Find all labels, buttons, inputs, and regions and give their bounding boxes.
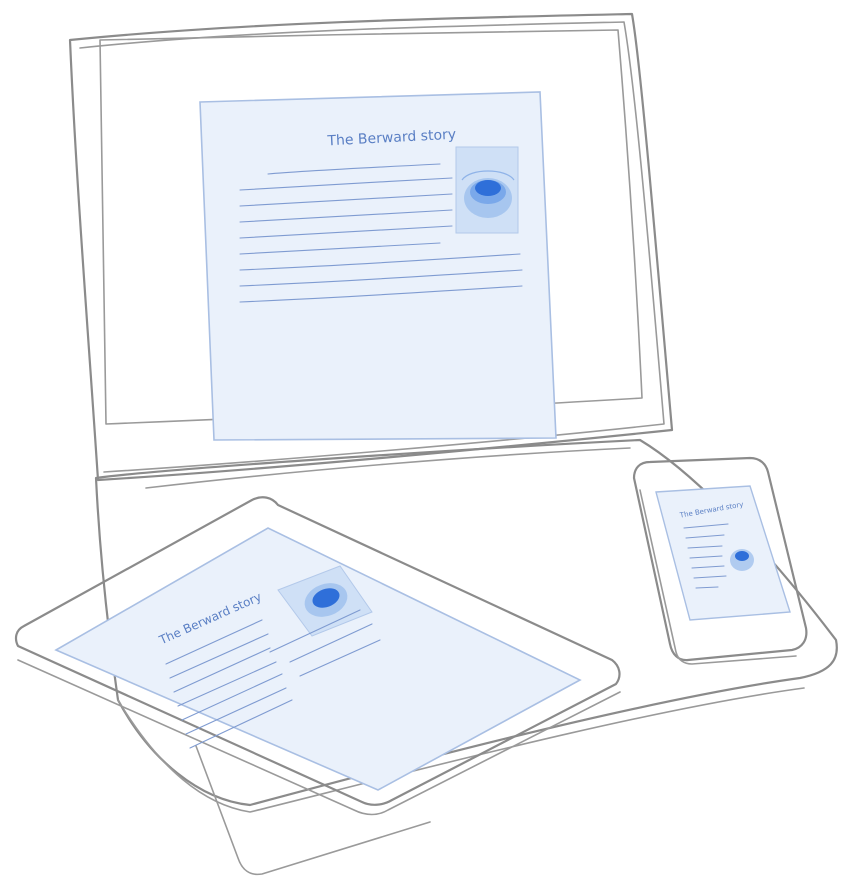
- tablet: The Berward story: [14, 496, 621, 876]
- phone: The Berward story: [632, 456, 808, 665]
- tablet-screen: [54, 527, 582, 791]
- laptop-document-image: [455, 146, 519, 234]
- device-illustration: The Berward story The Berward story The …: [14, 12, 838, 876]
- phone-document-image: [730, 549, 754, 571]
